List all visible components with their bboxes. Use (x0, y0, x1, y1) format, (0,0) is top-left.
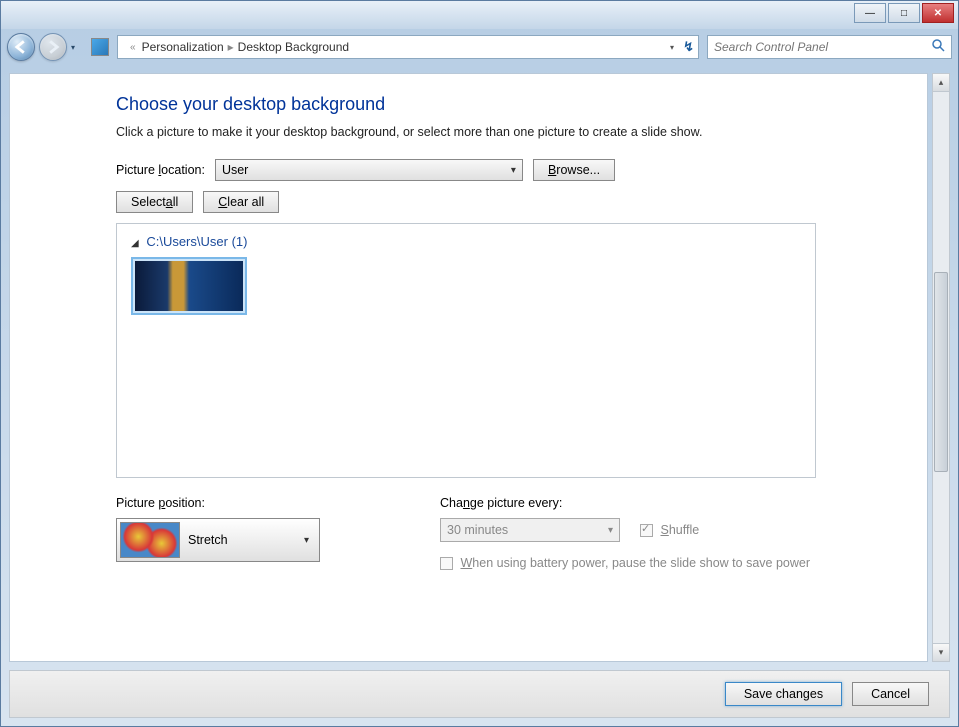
content-area: Choose your desktop background Click a p… (9, 73, 928, 662)
pictures-list: ◢ C:\Users\User (1) ✓ (116, 223, 816, 478)
refresh-button[interactable]: ↯ (683, 39, 694, 55)
dialog-footer: Save changes Cancel (9, 670, 950, 718)
arrow-left-icon (14, 40, 28, 54)
minimize-button[interactable]: — (854, 3, 886, 23)
search-input[interactable] (714, 40, 945, 54)
save-changes-button[interactable]: Save changes (725, 682, 842, 706)
bottom-options: Picture position: Stretch Change picture… (116, 496, 927, 570)
vertical-scrollbar[interactable]: ▴ ▾ (932, 73, 950, 662)
clear-all-button[interactable]: Clear all (203, 191, 279, 213)
change-picture-column: Change picture every: 30 minutes Shuffle… (440, 496, 810, 570)
back-button[interactable] (7, 33, 35, 61)
change-interval-select: 30 minutes (440, 518, 620, 542)
shuffle-checkbox (640, 524, 653, 537)
chevron-right-icon: ▸ (224, 40, 238, 54)
breadcrumb-current[interactable]: Desktop Background (238, 40, 349, 54)
picture-position-column: Picture position: Stretch (116, 496, 320, 570)
picture-location-select[interactable]: User (215, 159, 523, 181)
address-dropdown[interactable]: ▾ (670, 43, 674, 52)
browse-button[interactable]: Browse... (533, 159, 615, 181)
scroll-thumb[interactable] (934, 272, 948, 472)
position-preview-icon (120, 522, 180, 558)
battery-option: When using battery power, pause the slid… (440, 556, 810, 570)
picture-position-label: Picture position: (116, 496, 320, 510)
picture-location-label: Picture location: (116, 163, 205, 177)
cancel-button[interactable]: Cancel (852, 682, 929, 706)
scroll-track[interactable] (933, 92, 949, 643)
forward-button[interactable] (39, 33, 67, 61)
scroll-down-button[interactable]: ▾ (933, 643, 949, 661)
navigation-toolbar: ▾ « Personalization ▸ Desktop Background… (1, 29, 958, 65)
titlebar: — □ ✕ (1, 1, 958, 29)
picture-location-row: Picture location: User Browse... (116, 159, 927, 181)
page-description: Click a picture to make it your desktop … (116, 125, 927, 139)
change-interval-label: Change picture every: (440, 496, 810, 510)
maximize-button[interactable]: □ (888, 3, 920, 23)
search-box[interactable] (707, 35, 952, 59)
collapse-icon: ◢ (131, 238, 139, 249)
address-bar[interactable]: « Personalization ▸ Desktop Background ▾… (117, 35, 699, 59)
search-icon[interactable] (931, 38, 945, 57)
picture-thumbnail[interactable]: ✓ (131, 257, 247, 315)
picture-position-select[interactable]: Stretch (116, 518, 320, 562)
thumbnail-image (135, 261, 243, 311)
page-title: Choose your desktop background (116, 94, 927, 115)
shuffle-option: Shuffle (640, 523, 699, 537)
nav-history-dropdown[interactable]: ▾ (71, 43, 83, 52)
breadcrumb-parent[interactable]: Personalization (142, 40, 224, 54)
selection-buttons-row: Select all Clear all (116, 191, 927, 213)
scroll-up-button[interactable]: ▴ (933, 74, 949, 92)
select-all-button[interactable]: Select all (116, 191, 193, 213)
location-icon (91, 38, 109, 56)
arrow-right-icon (46, 40, 60, 54)
close-button[interactable]: ✕ (922, 3, 954, 23)
battery-checkbox (440, 557, 453, 570)
breadcrumb-prefix: « (124, 42, 142, 53)
control-panel-window: — □ ✕ ▾ « Personalization ▸ Desktop Back… (0, 0, 959, 727)
picture-group-header[interactable]: ◢ C:\Users\User (1) (131, 234, 801, 249)
